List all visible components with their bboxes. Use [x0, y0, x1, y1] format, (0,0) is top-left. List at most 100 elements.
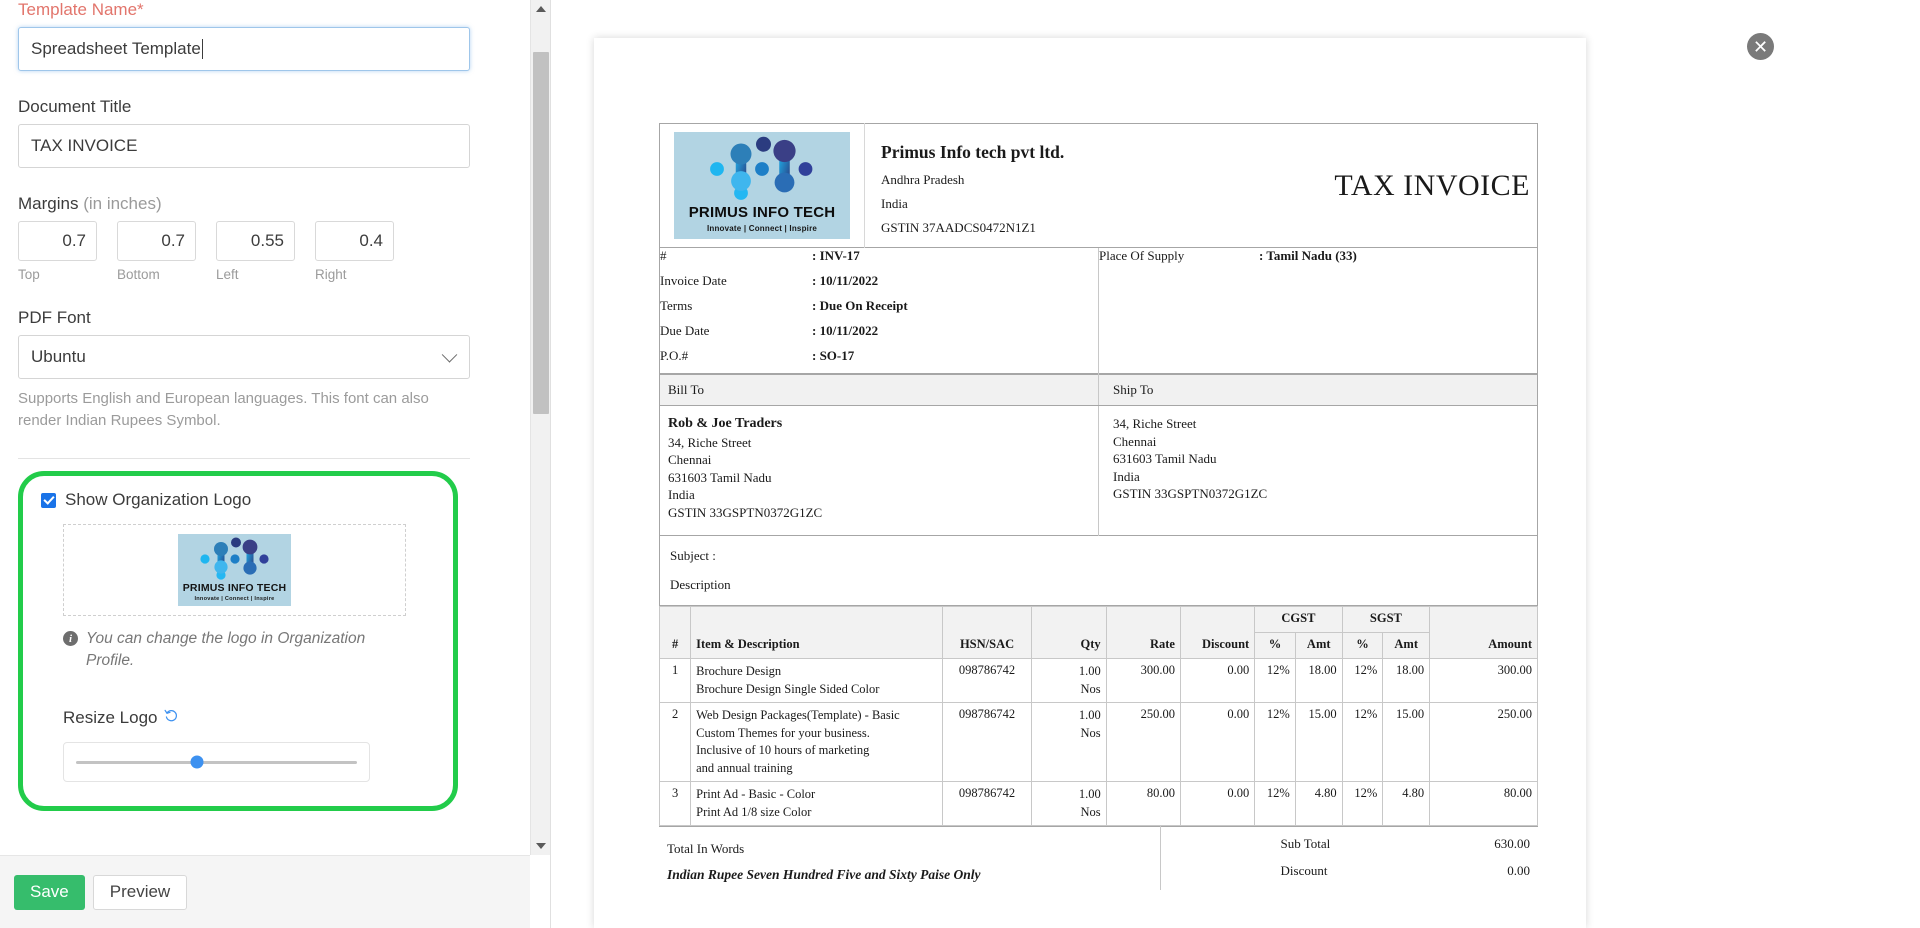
total-row: Sub Total 630.00: [1161, 836, 1530, 852]
settings-scrollbar[interactable]: [530, 0, 550, 855]
row-sgst-amt: 4.80: [1382, 781, 1431, 826]
row-item-desc: Custom Themes for your business.: [696, 725, 870, 740]
margins-label: Margins (in inches): [18, 194, 512, 214]
meta-row: Terms: Due On Receipt: [660, 298, 1098, 314]
invoice-logo-tagline: Innovate | Connect | Inspire: [706, 224, 818, 233]
discount-label: Discount: [1280, 863, 1328, 878]
document-title-label: Document Title: [18, 97, 132, 116]
sub-total-label: Sub Total: [1280, 836, 1331, 851]
app-root: Template Name* Spreadsheet Template Docu…: [0, 0, 1920, 928]
margin-right-caption: Right: [315, 267, 347, 282]
bill-to-line: 631603 Tamil Nadu: [668, 469, 772, 485]
meta-value: : 10/11/2022: [812, 323, 879, 338]
row-item: Print Ad - Basic - Color Print Ad 1/8 si…: [690, 781, 943, 826]
scrollbar-thumb[interactable]: [533, 52, 549, 414]
row-amount: 80.00: [1429, 781, 1538, 826]
meta-row: Invoice Date: 10/11/2022: [660, 273, 1098, 289]
slider-track[interactable]: [76, 755, 357, 769]
items-table-head: # Item & Description HSN/SAC Qty Rate Di…: [658, 606, 1538, 659]
margin-bottom-cell: 0.7 Bottom: [117, 221, 196, 282]
preview-paper: PRIMUS INFO TECH Innovate | Connect | In…: [594, 38, 1586, 928]
row-discount: 0.00: [1179, 658, 1256, 703]
margin-left-input[interactable]: 0.55: [216, 221, 295, 261]
table-row: 2 Web Design Packages(Template) - Basic …: [658, 702, 1538, 782]
preview-button[interactable]: Preview: [92, 874, 188, 910]
resize-logo-label: Resize Logo: [63, 708, 158, 727]
invoice-meta-left: #: INV-17 Invoice Date: 10/11/2022 Terms…: [659, 248, 1099, 374]
row-discount: 0.00: [1179, 781, 1256, 826]
row-item-desc: Inclusive of 10 hours of marketing: [696, 743, 870, 757]
invoice-header-table: PRIMUS INFO TECH Innovate | Connect | In…: [659, 123, 1538, 248]
margin-left-caption: Left: [216, 267, 239, 282]
scroll-down-arrow-icon[interactable]: [531, 837, 551, 855]
logo-dropzone[interactable]: PRIMUS INFO TECH Innovate | Connect | In…: [63, 524, 406, 616]
resize-logo-slider[interactable]: [63, 742, 370, 782]
scroll-up-arrow-icon[interactable]: [531, 0, 551, 18]
row-rate: 80.00: [1105, 781, 1181, 826]
col-cgst-pct: %: [1254, 632, 1296, 659]
row-item-desc: Brochure Design Single Sided Color: [696, 681, 880, 696]
row-sgst-pct: 12%: [1341, 658, 1384, 703]
chevron-down-icon: [441, 347, 458, 363]
reset-icon[interactable]: [164, 708, 179, 728]
row-item-desc: Print Ad 1/8 size Color: [696, 804, 812, 819]
invoice-org-line-country: India: [881, 196, 908, 211]
save-button[interactable]: Save: [14, 874, 85, 910]
meta-row: #: INV-17: [660, 248, 1098, 264]
meta-key: P.O.#: [660, 348, 689, 363]
bill-to-heading: Bill To: [659, 374, 1099, 406]
document-title-input[interactable]: TAX INVOICE: [18, 124, 470, 168]
invoice-address-table: Bill To Ship To Rob & Joe Traders 34, Ri…: [659, 374, 1538, 536]
bill-to-line: GSTIN 33GSPTN0372G1ZC: [668, 504, 823, 520]
show-organization-logo-row[interactable]: Show Organization Logo: [41, 490, 439, 510]
margin-left-cell: 0.55 Left: [216, 221, 295, 282]
row-amount: 250.00: [1429, 702, 1538, 782]
margin-top-cell: 0.7 Top: [18, 221, 97, 282]
invoice-document: PRIMUS INFO TECH Innovate | Connect | In…: [658, 123, 1538, 890]
col-sgst-pct: %: [1341, 632, 1384, 659]
margin-bottom-input[interactable]: 0.7: [117, 221, 196, 261]
row-qty-unit: Nos: [1080, 725, 1101, 740]
row-qty: 1.00 Nos: [1031, 658, 1107, 703]
template-name-label: Template Name*: [18, 0, 144, 19]
sub-total-value: 630.00: [1494, 836, 1530, 851]
pdf-font-select[interactable]: Ubuntu: [18, 335, 470, 379]
pdf-font-value: Ubuntu: [31, 347, 86, 366]
primus-network-icon: [710, 136, 813, 200]
section-divider: [18, 458, 470, 459]
logo-thumbnail-name: PRIMUS INFO TECH: [182, 582, 287, 594]
meta-key: Invoice Date: [660, 273, 727, 288]
meta-value: : Due On Receipt: [812, 298, 908, 313]
logo-thumbnail-tagline: Innovate | Connect | Inspire: [194, 596, 275, 602]
margins-label-suffix: (in inches): [83, 194, 162, 213]
organization-logo-group: Show Organization Logo PRIMUS INFO TECH …: [18, 471, 458, 811]
invoice-logo-name: PRIMUS INFO TECH: [688, 204, 836, 221]
slider-thumb[interactable]: [190, 755, 204, 769]
template-settings-panel: Template Name* Spreadsheet Template Docu…: [0, 0, 551, 928]
template-name-input[interactable]: Spreadsheet Template: [18, 27, 470, 71]
total-in-words-cell: Total In Words Indian Rupee Seven Hundre…: [659, 826, 1161, 890]
invoice-meta-right: Place Of Supply: Tamil Nadu (33): [1099, 248, 1538, 374]
invoice-title-cell: TAX INVOICE: [1197, 124, 1537, 248]
meta-row: P.O.#: SO-17: [660, 348, 1098, 364]
address-body-row: Rob & Joe Traders 34, Riche Street Chenn…: [659, 405, 1538, 536]
ship-to-line: India: [1113, 468, 1140, 484]
row-rate: 250.00: [1105, 702, 1181, 782]
row-item: Web Design Packages(Template) - Basic Cu…: [690, 702, 943, 782]
pdf-font-label: PDF Font: [18, 308, 91, 327]
invoice-organization-logo: PRIMUS INFO TECH Innovate | Connect | In…: [674, 132, 850, 239]
col-cgst-amt: Amt: [1294, 632, 1343, 659]
margin-right-input[interactable]: 0.4: [315, 221, 394, 261]
invoice-org-gstin: GSTIN 37AADCS0472N1Z1: [881, 220, 1036, 235]
row-qty-unit: Nos: [1080, 804, 1101, 819]
col-rate: Rate: [1105, 606, 1181, 659]
ship-to-line: Chennai: [1113, 433, 1157, 449]
margin-top-input[interactable]: 0.7: [18, 221, 97, 261]
show-organization-logo-checkbox[interactable]: [41, 492, 56, 508]
total-in-words-value: Indian Rupee Seven Hundred Five and Sixt…: [667, 867, 981, 882]
row-cgst-amt: 18.00: [1294, 658, 1343, 703]
margin-right-cell: 0.4 Right: [315, 221, 394, 282]
close-icon[interactable]: ✕: [1747, 33, 1774, 60]
address-heading-row: Bill To Ship To: [659, 374, 1538, 406]
col-amount: Amount: [1429, 606, 1538, 659]
